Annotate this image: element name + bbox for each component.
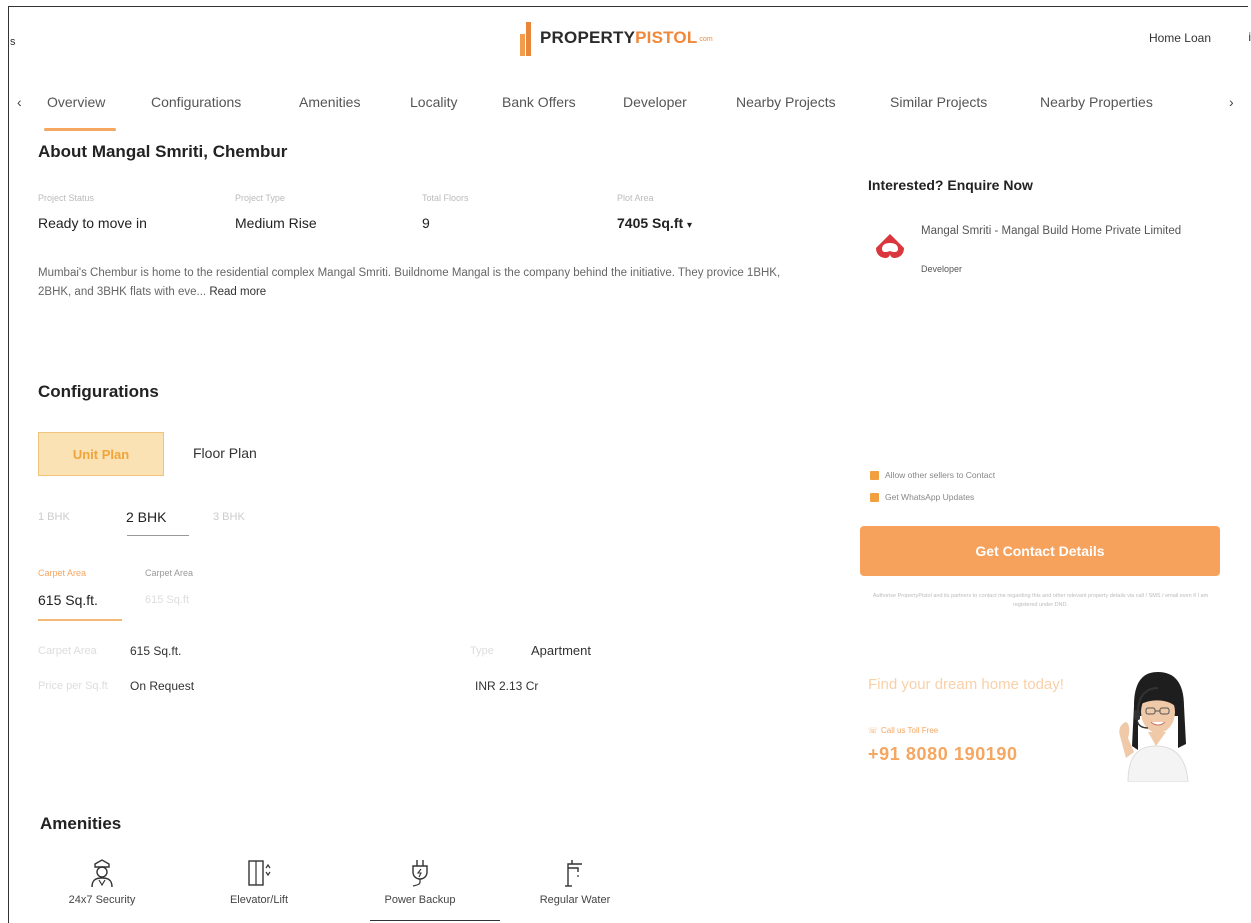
tab-nearby-projects[interactable]: Nearby Projects: [736, 94, 836, 110]
phone-icon: ☏: [868, 726, 879, 735]
amenity-label: Regular Water: [539, 894, 611, 906]
bhk-tab-3[interactable]: 3 BHK: [213, 511, 245, 523]
tabs-next-arrow[interactable]: ›: [1229, 94, 1234, 110]
detail-value-price-sqft: On Request: [130, 679, 195, 693]
detail-label-carpet: Carpet Area: [38, 645, 97, 657]
project-description: Mumbai's Chembur is home to the resident…: [38, 264, 798, 302]
toll-free-label: ☏ Call us Toll Free: [868, 726, 938, 735]
tab-developer[interactable]: Developer: [623, 94, 687, 110]
checkbox-checked-icon[interactable]: [870, 492, 879, 502]
enquiry-title: Interested? Enquire Now: [868, 177, 1033, 193]
developer-role: Developer: [921, 264, 963, 274]
stat-value-floors: 9: [422, 215, 430, 231]
power-plug-icon: [412, 860, 428, 887]
site-logo[interactable]: PROPERTYPISTOL com: [520, 14, 713, 60]
section-tabs: ‹ Overview Configurations Amenities Loca…: [0, 84, 1251, 132]
elevator-icon: [248, 860, 271, 886]
home-loan-link[interactable]: Home Loan: [1149, 31, 1211, 45]
amenity-power-backup: Power Backup: [365, 858, 475, 906]
carpet-area-value-alt: 615 Sq.ft: [145, 594, 190, 606]
area-type-label-active[interactable]: Carpet Area: [38, 568, 86, 578]
read-more-link[interactable]: Read more: [209, 286, 266, 298]
amenity-water: Regular Water: [520, 858, 630, 906]
amenity-security: 24x7 Security: [47, 858, 157, 906]
amenity-label: Elevator/Lift: [229, 894, 289, 906]
amenity-elevator: Elevator/Lift: [204, 858, 314, 906]
detail-value-price: INR 2.13 Cr: [475, 679, 539, 693]
detail-label-price-sqft: Price per Sq.ft: [38, 680, 108, 692]
stat-label-plot-area: Plot Area: [617, 193, 654, 203]
tab-similar-projects[interactable]: Similar Projects: [890, 94, 987, 110]
plot-area-text: 7405 Sq.ft: [617, 215, 684, 231]
unit-plan-tab[interactable]: Unit Plan: [38, 432, 164, 476]
tab-nearby-properties[interactable]: Nearby Properties: [1040, 94, 1153, 110]
logo-text-property: PROPERTY: [540, 28, 636, 47]
bhk-tab-1[interactable]: 1 BHK: [38, 511, 70, 523]
active-bhk-indicator: [127, 535, 189, 536]
developer-name[interactable]: Mangal Smriti - Mangal Build Home Privat…: [921, 222, 1221, 241]
support-agent-icon: [1119, 672, 1189, 783]
left-edge-glyph: s: [10, 36, 16, 48]
tab-overview[interactable]: Overview: [47, 94, 105, 110]
amenity-label: 24x7 Security: [68, 894, 136, 906]
tab-configurations[interactable]: Configurations: [151, 94, 241, 110]
stat-label-status: Project Status: [38, 193, 95, 203]
toll-free-phone[interactable]: +91 8080 190190: [868, 744, 1018, 765]
logo-suffix: com: [699, 36, 713, 43]
amenities-title: Amenities: [40, 814, 122, 833]
detail-value-type: Apartment: [531, 643, 591, 658]
amenity-label: Power Backup: [384, 894, 456, 906]
detail-value-carpet: 615 Sq.ft.: [130, 644, 182, 658]
support-agent-avatar: [1108, 666, 1204, 787]
site-header: s PROPERTYPISTOL com Home Loan i: [0, 0, 1251, 70]
dream-home-tagline: Find your dream home today!: [868, 676, 1064, 693]
checkbox-whatsapp[interactable]: Get WhatsApp Updates: [870, 492, 974, 502]
area-type-label[interactable]: Carpet Area: [145, 568, 193, 578]
tab-locality[interactable]: Locality: [410, 94, 457, 110]
detail-label-type: Type: [470, 645, 494, 657]
active-tab-indicator: [44, 128, 116, 131]
checkbox-allow-sellers[interactable]: Allow other sellers to Contact: [870, 470, 995, 480]
active-area-indicator: [38, 619, 122, 621]
stat-value-plot-area[interactable]: 7405 Sq.ft ▾: [617, 215, 692, 231]
developer-logo-icon: [876, 234, 904, 258]
floor-plan-tab[interactable]: Floor Plan: [193, 445, 257, 461]
logo-text-pistol: PISTOL: [635, 28, 698, 47]
configurations-title: Configurations: [38, 382, 159, 401]
about-title: About Mangal Smriti, Chembur: [38, 142, 288, 161]
stat-value-type: Medium Rise: [235, 215, 317, 231]
developer-logo: [873, 232, 907, 265]
scroll-divider: [370, 920, 500, 921]
bhk-tab-2[interactable]: 2 BHK: [126, 509, 166, 525]
tabs-prev-arrow[interactable]: ‹: [17, 94, 22, 110]
checkbox-checked-icon[interactable]: [870, 470, 879, 480]
consent-fine-print: Authorise PropertyPistol and its partner…: [872, 593, 1209, 608]
carpet-area-value: 615 Sq.ft.: [38, 592, 98, 608]
stat-value-status: Ready to move in: [38, 215, 147, 231]
get-contact-details-button[interactable]: Get Contact Details: [860, 526, 1220, 576]
tab-amenities[interactable]: Amenities: [299, 94, 360, 110]
tab-bank-offers[interactable]: Bank Offers: [502, 94, 576, 110]
security-guard-icon: [91, 859, 113, 888]
water-tap-icon: [565, 860, 582, 887]
stat-label-floors: Total Floors: [422, 193, 469, 203]
toll-free-text: Call us Toll Free: [881, 726, 939, 735]
building-logo-icon: [520, 16, 534, 56]
stat-label-type: Project Type: [235, 193, 285, 203]
description-text: Mumbai's Chembur is home to the resident…: [38, 267, 781, 298]
checkbox-label: Allow other sellers to Contact: [885, 470, 996, 480]
checkbox-label: Get WhatsApp Updates: [885, 492, 975, 502]
unit-dropdown-caret-icon[interactable]: ▾: [687, 220, 692, 231]
